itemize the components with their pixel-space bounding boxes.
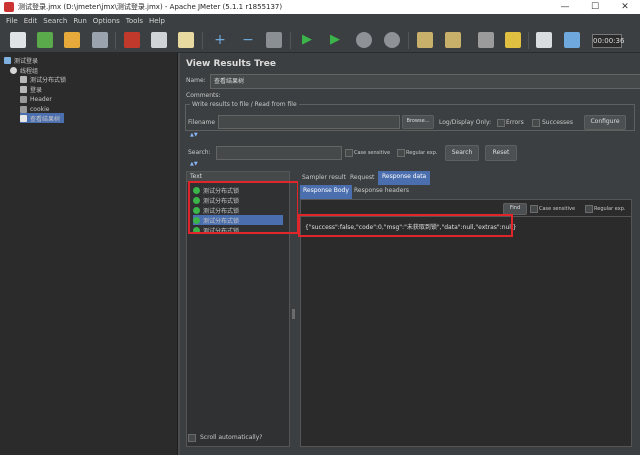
splitter-arrows[interactable]: ▲▼ — [190, 132, 198, 138]
list-splitter-handle[interactable] — [292, 309, 295, 319]
tree-node-test-plan[interactable]: 测试登录 — [4, 55, 38, 65]
new-icon[interactable] — [10, 32, 26, 48]
detail-panel: Sampler result Request Response data Res… — [298, 171, 634, 447]
search-input[interactable] — [216, 146, 342, 160]
name-label: Name: — [186, 77, 206, 84]
tab-sampler-result[interactable]: Sampler result — [302, 174, 346, 181]
tree-node-results-tree[interactable]: 查看结果树 — [20, 113, 65, 123]
tab-response-data[interactable]: Response data — [378, 171, 431, 185]
detail-case-sensitive-label: Case sensitive — [539, 206, 576, 212]
comments-label: Comments: — [186, 92, 221, 99]
splitter-arrows[interactable]: ▲▼ — [190, 161, 198, 167]
name-input[interactable]: 查看结果树 — [210, 74, 640, 89]
menu-run[interactable]: Run — [73, 17, 86, 25]
browse-button[interactable]: Browse... — [402, 115, 434, 129]
tab-request[interactable]: Request — [350, 174, 374, 181]
menu-tools[interactable]: Tools — [126, 17, 143, 25]
clear-all-icon[interactable] — [445, 32, 461, 48]
start-no-pause-icon[interactable]: ▶ — [327, 32, 343, 48]
reset-search-icon[interactable] — [505, 32, 521, 48]
collapse-all-icon[interactable]: − — [240, 32, 256, 48]
config-icon — [20, 95, 27, 103]
flask-icon — [4, 56, 11, 64]
filename-label: Filename — [188, 119, 216, 126]
stop-icon[interactable] — [356, 32, 372, 48]
cut-icon[interactable] — [124, 32, 140, 48]
highlight-box-response — [298, 214, 513, 237]
templates-icon[interactable] — [37, 32, 53, 48]
scroll-auto-label: Scroll automatically? — [200, 434, 263, 441]
copy-icon[interactable] — [151, 32, 167, 48]
listener-icon — [20, 114, 27, 122]
tree-node-sampler-login[interactable]: 登录 — [20, 84, 42, 94]
detail-case-sensitive-checkbox[interactable] — [530, 205, 538, 213]
reset-button[interactable]: Reset — [485, 145, 517, 161]
case-sensitive-checkbox[interactable] — [345, 149, 353, 157]
tree-node-header[interactable]: Header — [20, 94, 52, 104]
start-icon[interactable]: ▶ — [299, 32, 315, 48]
search-button[interactable]: Search — [445, 145, 479, 161]
detail-regex-checkbox[interactable] — [585, 205, 593, 213]
function-helper-icon[interactable] — [536, 32, 552, 48]
maximize-button[interactable]: ☐ — [580, 0, 610, 14]
sampler-icon — [20, 75, 27, 83]
menu-bar: File Edit Search Run Options Tools Help — [0, 14, 640, 28]
search-label: Search: — [188, 149, 211, 156]
log-display-label: Log/Display Only: — [439, 119, 492, 126]
highlight-box-results — [188, 181, 299, 234]
config-icon — [20, 105, 27, 113]
errors-label: Errors — [506, 119, 524, 126]
successes-label: Successes — [542, 119, 573, 126]
results-tree-panel: View Results Tree Name: 查看结果树 Comments: … — [180, 53, 640, 455]
tree-node-label: cookie — [30, 105, 50, 113]
filename-input[interactable] — [218, 115, 400, 129]
shutdown-icon[interactable] — [384, 32, 400, 48]
menu-options[interactable]: Options — [93, 17, 120, 25]
panel-title: View Results Tree — [186, 59, 276, 69]
subtab-response-headers[interactable]: Response headers — [354, 187, 409, 194]
tree-node-sampler-lock[interactable]: 测试分布式锁 — [20, 74, 66, 84]
menu-search[interactable]: Search — [43, 17, 67, 25]
close-button[interactable]: ✕ — [610, 0, 640, 14]
menu-edit[interactable]: Edit — [24, 17, 38, 25]
menu-file[interactable]: File — [6, 17, 18, 25]
write-results-title: Write results to file / Read from file — [190, 101, 299, 108]
open-icon[interactable] — [64, 32, 80, 48]
menu-help[interactable]: Help — [149, 17, 165, 25]
gear-icon — [10, 66, 17, 74]
window-title: 测试登录.jmx (D:\jmeter\jmx\测试登录.jmx) - Apac… — [18, 3, 283, 11]
tree-node-label: 测试分布式锁 — [30, 76, 67, 84]
minimize-button[interactable]: — — [550, 0, 580, 14]
tree-node-label: 登录 — [30, 86, 43, 94]
scroll-auto-checkbox[interactable] — [188, 434, 196, 442]
elapsed-timer: 00:00:36 — [592, 34, 624, 48]
toggle-icon[interactable] — [266, 32, 282, 48]
expand-all-icon[interactable]: + — [212, 32, 228, 48]
jmeter-app-icon — [4, 2, 14, 12]
tree-node-label: 测试登录 — [14, 57, 39, 65]
clear-icon[interactable] — [417, 32, 433, 48]
successes-checkbox[interactable] — [532, 119, 540, 127]
search-icon[interactable] — [478, 32, 494, 48]
test-plan-tree: 测试登录 线程组 测试分布式锁 登录 Header cookie 查看结果树 — [0, 53, 178, 455]
configure-button[interactable]: Configure — [584, 115, 626, 130]
regex-checkbox[interactable] — [397, 149, 405, 157]
tree-node-label: Header — [30, 95, 52, 103]
help-icon[interactable] — [564, 32, 580, 48]
subtab-response-body[interactable]: Response Body — [300, 185, 352, 199]
title-bar: 测试登录.jmx (D:\jmeter\jmx\测试登录.jmx) - Apac… — [0, 0, 640, 14]
toolbar: + − ▶ ▶ 00:00:36 — [0, 28, 640, 53]
detail-regex-label: Regular exp. — [594, 206, 626, 212]
tree-node-label: 查看结果树 — [30, 115, 61, 123]
paste-icon[interactable] — [178, 32, 194, 48]
errors-checkbox[interactable] — [497, 119, 505, 127]
case-sensitive-label: Case sensitive — [354, 150, 391, 156]
sampler-icon — [20, 85, 27, 93]
save-icon[interactable] — [92, 32, 108, 48]
regex-label: Regular exp. — [406, 150, 438, 156]
